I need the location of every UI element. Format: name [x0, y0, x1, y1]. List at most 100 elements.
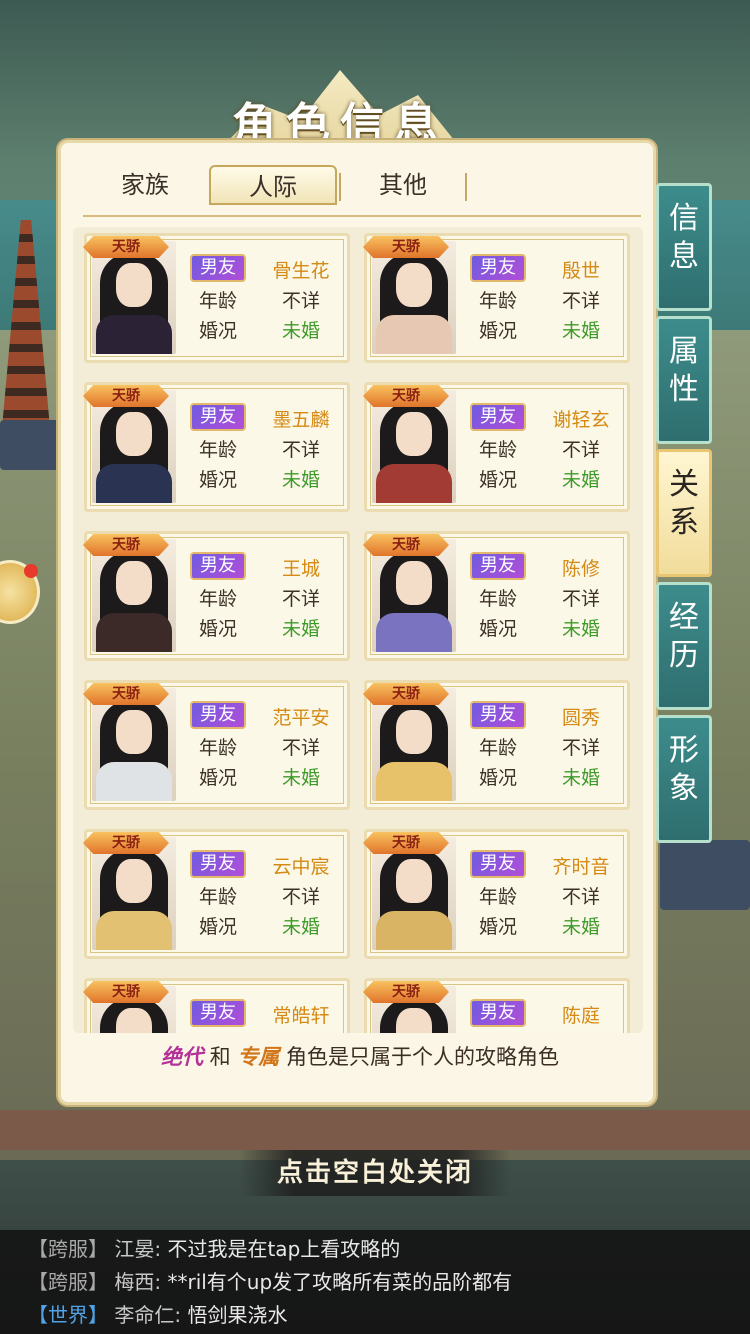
note-highlight-1: 绝代 [160, 1044, 203, 1069]
chat-text: 不过我是在tap上看攻略的 [167, 1237, 401, 1261]
character-card[interactable]: 天骄 男友 王城 年龄 不详 婚况 未婚 [83, 531, 350, 661]
side-tab-relations[interactable]: 关系 [656, 449, 712, 577]
marriage-value: 未婚 [281, 767, 320, 789]
roof [0, 420, 60, 470]
relation-tag: 男友 [470, 254, 526, 282]
marriage-label: 婚况 [198, 320, 237, 342]
relation-tag: 男友 [190, 701, 246, 729]
portrait-robe [96, 911, 172, 950]
age-value: 不详 [561, 737, 600, 759]
relation-tag: 男友 [470, 552, 526, 580]
character-name: 齐时音 [552, 856, 610, 878]
relation-tag: 男友 [190, 254, 246, 282]
marriage-label: 婚况 [198, 469, 237, 491]
rarity-badge: 天骄 [363, 683, 449, 705]
portrait-robe [96, 762, 172, 801]
character-name: 陈修 [561, 558, 600, 580]
age-value: 不详 [281, 290, 320, 312]
character-card[interactable]: 天骄 男友 陈庭 年龄 婚况 [363, 978, 630, 1033]
chat-sender: 梅西: [114, 1270, 162, 1294]
marriage-label: 婚况 [478, 618, 517, 640]
tab-other[interactable]: 其他 [339, 165, 467, 205]
chat-sender: 李命仁: [114, 1303, 182, 1327]
age-label: 年龄 [198, 439, 237, 461]
portrait-robe [96, 315, 172, 354]
side-tab-attributes[interactable]: 属性 [656, 316, 712, 444]
rarity-badge: 天骄 [83, 683, 169, 705]
marriage-value: 未婚 [561, 469, 600, 491]
character-card[interactable]: 天骄 男友 谢轻玄 年龄 不详 婚况 未婚 [363, 382, 630, 512]
marriage-value: 未婚 [281, 469, 320, 491]
marriage-value: 未婚 [281, 916, 320, 938]
side-tab-history[interactable]: 经历 [656, 582, 712, 710]
note-text: 角色是只属于个人的攻略角色 [286, 1045, 560, 1069]
character-name: 常皓轩 [272, 1005, 330, 1027]
marriage-value: 未婚 [561, 767, 600, 789]
tab-divider [465, 173, 467, 201]
marriage-value: 未婚 [561, 618, 600, 640]
character-name: 陈庭 [561, 1005, 600, 1027]
portrait-robe [376, 911, 452, 950]
age-label: 年龄 [198, 588, 237, 610]
roof [660, 840, 750, 910]
marriage-label: 婚况 [198, 618, 237, 640]
relation-tag: 男友 [190, 403, 246, 431]
tab-relations[interactable]: 人际 [209, 165, 337, 205]
relation-tag: 男友 [470, 999, 526, 1027]
character-name: 墨五麟 [272, 409, 330, 431]
character-card[interactable]: 天骄 男友 常皓轩 年龄 婚况 [83, 978, 350, 1033]
marriage-value: 未婚 [561, 916, 600, 938]
character-card[interactable]: 天骄 男友 范平安 年龄 不详 婚况 未婚 [83, 680, 350, 810]
chat-sender: 江晏: [114, 1237, 162, 1261]
side-tab-appearance[interactable]: 形象 [656, 715, 712, 843]
rarity-badge: 天骄 [83, 981, 169, 1003]
portrait-face [116, 412, 152, 456]
note-and: 和 [209, 1045, 231, 1069]
rarity-badge: 天骄 [363, 534, 449, 556]
marriage-value: 未婚 [561, 320, 600, 342]
chat-text: 悟剑果浇水 [187, 1303, 288, 1327]
rarity-badge: 天骄 [83, 236, 169, 258]
portrait-robe [376, 613, 452, 652]
chat-channel: 【跨服】 [28, 1237, 108, 1261]
close-hint-button[interactable]: 点击空白处关闭 [240, 1150, 510, 1196]
portrait-face [396, 859, 432, 903]
age-label: 年龄 [478, 439, 517, 461]
character-card[interactable]: 天骄 男友 云中宸 年龄 不详 婚况 未婚 [83, 829, 350, 959]
rarity-badge: 天骄 [83, 385, 169, 407]
marriage-value: 未婚 [281, 320, 320, 342]
chat-message: 【跨服】 梅西: **ril有个up发了攻略所有菜的品阶都有 [0, 1267, 750, 1300]
age-value: 不详 [281, 588, 320, 610]
age-value: 不详 [561, 439, 600, 461]
age-value: 不详 [281, 886, 320, 908]
portrait-face [116, 263, 152, 307]
age-label: 年龄 [198, 886, 237, 908]
character-card[interactable]: 天骄 男友 齐时音 年龄 不详 婚况 未婚 [363, 829, 630, 959]
marriage-value: 未婚 [281, 618, 320, 640]
chat-feed[interactable]: 【跨服】 江晏: 不过我是在tap上看攻略的 【跨服】 梅西: **ril有个u… [0, 1234, 750, 1333]
relation-tag: 男友 [190, 999, 246, 1027]
chat-channel: 【跨服】 [28, 1270, 108, 1294]
portrait-face [116, 710, 152, 754]
chat-channel: 【世界】 [28, 1303, 108, 1327]
character-card[interactable]: 天骄 男友 圆秀 年龄 不详 婚况 未婚 [363, 680, 630, 810]
character-name: 范平安 [272, 707, 330, 729]
notification-dot [24, 564, 38, 578]
character-list[interactable]: 天骄 男友 骨生花 年龄 不详 婚况 未婚 天骄 男友 殷世 年龄 不详 婚况 … [73, 227, 643, 1033]
character-card[interactable]: 天骄 男友 陈修 年龄 不详 婚况 未婚 [363, 531, 630, 661]
marriage-label: 婚况 [478, 916, 517, 938]
tab-family[interactable]: 家族 [81, 165, 209, 205]
character-card[interactable]: 天骄 男友 墨五麟 年龄 不详 婚况 未婚 [83, 382, 350, 512]
portrait-robe [376, 762, 452, 801]
footer-note: 绝代 和 专属 角色是只属于个人的攻略角色 [61, 1041, 659, 1071]
character-name: 骨生花 [272, 260, 330, 282]
age-value: 不详 [561, 886, 600, 908]
chat-message: 【世界】 李命仁: 悟剑果浇水 [0, 1300, 750, 1333]
tab-underline [83, 215, 641, 217]
relation-tag: 男友 [470, 850, 526, 878]
side-tab-info[interactable]: 信息 [656, 183, 712, 311]
character-card[interactable]: 天骄 男友 殷世 年龄 不详 婚况 未婚 [363, 233, 630, 363]
portrait-face [396, 710, 432, 754]
portrait-face [396, 412, 432, 456]
character-card[interactable]: 天骄 男友 骨生花 年龄 不详 婚况 未婚 [83, 233, 350, 363]
